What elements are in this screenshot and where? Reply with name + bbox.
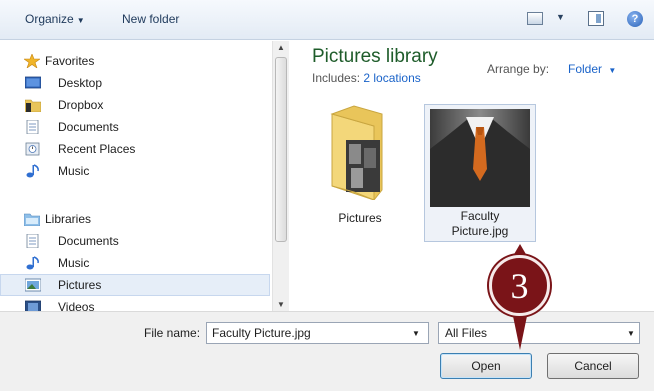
libraries-icon xyxy=(24,213,40,226)
arrange-by-dropdown[interactable]: Folder ▼ xyxy=(568,62,616,76)
arrange-by-label: Arrange by: xyxy=(487,62,550,76)
command-bar: Organize ▼ New folder ▼ ? xyxy=(0,0,654,40)
library-title: Pictures library xyxy=(312,46,438,67)
document-icon xyxy=(26,234,39,248)
folder-icon xyxy=(330,105,383,200)
folder-item-pictures[interactable]: Pictures xyxy=(318,104,402,225)
library-includes: Includes: 2 locations xyxy=(312,71,421,85)
nav-item-documents[interactable]: Documents xyxy=(0,116,270,138)
organize-button[interactable]: Organize ▼ xyxy=(25,12,85,26)
nav-libraries-label: Libraries xyxy=(45,212,92,226)
file-name-dropdown-icon[interactable]: ▼ xyxy=(412,329,420,338)
scroll-up-icon[interactable]: ▲ xyxy=(277,43,285,52)
nav-item-label: Pictures xyxy=(58,278,102,292)
nav-item-label: Dropbox xyxy=(58,98,104,112)
desktop-icon xyxy=(25,76,41,89)
preview-pane-icon[interactable] xyxy=(588,11,604,26)
nav-scrollbar[interactable]: ▲ ▼ xyxy=(272,41,289,311)
cancel-button[interactable]: Cancel xyxy=(547,353,639,379)
nav-item-label: Documents xyxy=(58,234,119,248)
file-dialog-footer: File name: Faculty Picture.jpg ▼ All Fil… xyxy=(0,311,654,391)
recent-places-icon xyxy=(25,142,40,156)
nav-item-desktop[interactable]: Desktop xyxy=(0,72,270,94)
star-icon xyxy=(24,54,40,68)
music-icon xyxy=(26,164,39,178)
nav-favorites-label: Favorites xyxy=(45,54,95,68)
includes-prefix: Includes: xyxy=(312,71,361,85)
nav-item-lib-music[interactable]: Music xyxy=(0,252,270,274)
scroll-down-icon[interactable]: ▼ xyxy=(277,300,285,309)
nav-favorites[interactable]: Favorites xyxy=(0,50,270,72)
document-icon xyxy=(26,120,39,134)
help-icon[interactable]: ? xyxy=(627,11,643,27)
folder-item-label: Pictures xyxy=(338,211,382,225)
file-type-select[interactable]: All Files xyxy=(438,322,640,344)
file-item-label-line1: Faculty xyxy=(460,209,500,223)
new-folder-button[interactable]: New folder xyxy=(122,12,179,26)
nav-item-label: Documents xyxy=(58,120,119,134)
chevron-down-icon: ▼ xyxy=(76,16,85,25)
file-name-label: File name: xyxy=(144,326,201,340)
photo-thumbnail-icon xyxy=(430,109,530,207)
arrange-by-value: Folder xyxy=(568,62,603,76)
nav-libraries[interactable]: Libraries xyxy=(0,208,270,230)
file-type-dropdown-icon[interactable]: ▼ xyxy=(627,329,635,338)
file-name-input[interactable]: Faculty Picture.jpg xyxy=(206,322,429,344)
pictures-icon xyxy=(25,278,41,292)
locations-link[interactable]: 2 locations xyxy=(363,71,420,85)
nav-item-recent-places[interactable]: Recent Places xyxy=(0,138,270,160)
nav-item-lib-videos[interactable]: Videos xyxy=(0,296,270,311)
nav-item-dropbox[interactable]: Dropbox xyxy=(0,94,270,116)
nav-item-label: Recent Places xyxy=(58,142,136,156)
file-item-label-line2: Picture.jpg xyxy=(451,224,509,238)
nav-item-music[interactable]: Music xyxy=(0,160,270,182)
callout-pointer xyxy=(513,316,527,350)
step-callout: 3 xyxy=(489,255,550,316)
open-button[interactable]: Open xyxy=(440,353,532,379)
organize-label: Organize xyxy=(25,12,74,26)
scrollbar-thumb[interactable] xyxy=(275,57,287,242)
navigation-pane: Favorites Desktop Dropbox Documents Rece… xyxy=(0,41,270,311)
nav-item-label: Desktop xyxy=(58,76,103,90)
nav-item-label: Music xyxy=(58,256,90,270)
music-icon xyxy=(26,256,39,270)
nav-item-label: Music xyxy=(58,164,90,178)
file-item-faculty-picture[interactable]: Faculty Picture.jpg xyxy=(424,104,536,242)
chevron-down-icon: ▼ xyxy=(608,66,617,75)
nav-item-lib-documents[interactable]: Documents xyxy=(0,230,270,252)
nav-item-lib-pictures[interactable]: Pictures xyxy=(0,274,270,296)
views-icon[interactable] xyxy=(527,12,543,25)
videos-icon xyxy=(25,300,41,311)
views-chevron-down-icon[interactable]: ▼ xyxy=(556,12,565,22)
nav-item-label: Videos xyxy=(58,300,95,311)
content-pane: Pictures library Includes: 2 locations A… xyxy=(290,41,654,311)
folder-icon xyxy=(25,99,41,112)
